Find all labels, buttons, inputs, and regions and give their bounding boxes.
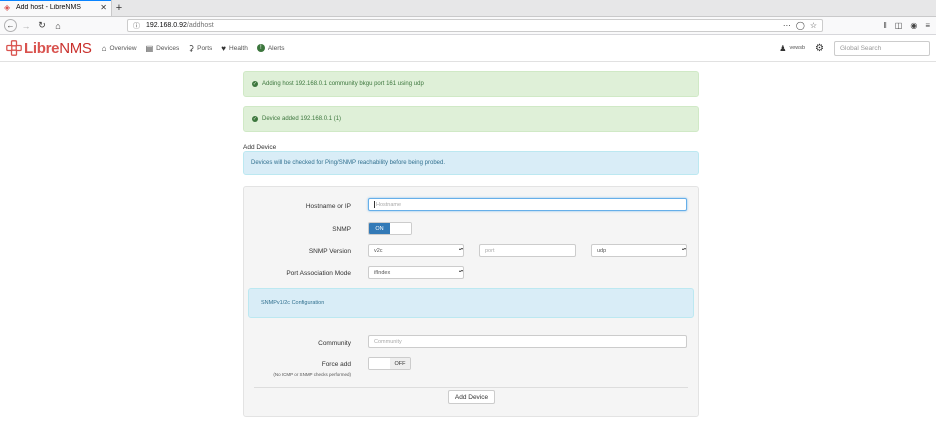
force-add-label: Force add — [321, 361, 351, 368]
bookmark-star-icon[interactable]: ☆ — [810, 21, 817, 30]
browser-toolbar: ← → ↻ ⌂ ⓘ 192.168.0.92/addhost ⋯ ◯ ☆ ‖ ◫… — [0, 17, 936, 35]
heartbeat-icon: ♥ — [221, 43, 227, 53]
port-assoc-select[interactable]: ifIndex — [368, 266, 464, 279]
site-info-icon[interactable]: ⓘ — [133, 21, 140, 31]
browser-tab-bar: ◈ Add host - LibreNMS ✕ + — [0, 0, 936, 17]
menu-devices[interactable]: ▤ Devices — [146, 44, 180, 53]
snmp-version-select[interactable]: v2c — [368, 244, 464, 257]
home-icon: ⌂ — [101, 43, 107, 53]
menu-ports[interactable]: ⚳ Ports — [188, 44, 212, 53]
hostname-placeholder: Hostname — [376, 201, 402, 208]
force-add-toggle[interactable]: OFF — [368, 357, 411, 370]
port-assoc-value: ifIndex — [374, 269, 391, 276]
page-actions-icon[interactable]: ⋯ — [783, 21, 791, 30]
force-add-hint: (No ICMP or SNMP checks performed) — [273, 372, 351, 377]
port-assoc-label: Port Association Mode — [286, 270, 351, 277]
snmp-toggle-on: ON — [369, 223, 390, 234]
page-title: Add Device — [243, 144, 277, 151]
logo-text-prefix: Libre — [24, 39, 60, 57]
forward-icon[interactable]: → — [19, 19, 33, 33]
port-placeholder: port — [485, 247, 495, 254]
reload-icon[interactable]: ↻ — [35, 19, 49, 33]
library-icon[interactable]: ‖ — [883, 21, 886, 30]
close-tab-icon[interactable]: ✕ — [100, 3, 107, 12]
reachability-info-text: Devices will be checked for Ping/SNMP re… — [251, 160, 445, 166]
user-icon: ♟ — [779, 43, 787, 53]
check-circle-icon: ✓ — [252, 81, 258, 87]
user-name: vewsb — [789, 45, 806, 51]
snmp-version-value: v2c — [374, 247, 383, 254]
alert-added-text: Device added 192.168.0.1 (1) — [262, 116, 342, 122]
check-circle-icon: ✓ — [252, 116, 258, 122]
logo-text-suffix: NMS — [59, 39, 92, 57]
gear-icon[interactable]: ⚙ — [815, 43, 824, 54]
new-tab-icon[interactable]: + — [112, 1, 126, 16]
add-device-form: Hostname or IP Hostname SNMP ON SNMP Ver… — [243, 186, 699, 417]
alert-device-added: ✓ Device added 192.168.0.1 (1) — [243, 106, 699, 132]
snmp-label: SNMP — [332, 226, 351, 233]
link-icon: ⚳ — [188, 43, 195, 53]
back-icon[interactable]: ← — [4, 19, 17, 32]
browser-tab[interactable]: ◈ Add host - LibreNMS ✕ — [0, 0, 112, 16]
port-input[interactable]: port — [479, 244, 576, 257]
add-device-button[interactable]: Add Device — [448, 390, 495, 404]
community-input[interactable]: Community — [368, 335, 687, 348]
menu-icon[interactable]: ≡ — [925, 21, 930, 30]
menu-health[interactable]: ♥ Health — [221, 44, 248, 53]
alert-adding-host: ✓ Adding host 192.168.0.1 community bkgu… — [243, 71, 699, 97]
menu-overview-label: Overview — [109, 44, 137, 52]
pocket-icon[interactable]: ◯ — [796, 21, 805, 30]
logo-grid-icon — [6, 40, 22, 56]
menu-ports-label: Ports — [197, 44, 213, 52]
tab-title: Add host - LibreNMS — [16, 4, 81, 11]
url-host: 192.168.0.92 — [146, 22, 187, 29]
app-navbar: LibreNMS ⌂ Overview ▤ Devices ⚳ Ports ♥ … — [0, 35, 936, 62]
alert-adding-text: Adding host 192.168.0.1 community bkgu p… — [262, 81, 424, 87]
url-path: /addhost — [186, 22, 214, 29]
community-label: Community — [318, 340, 351, 347]
force-add-toggle-off: OFF — [390, 358, 410, 369]
reachability-info: Devices will be checked for Ping/SNMP re… — [243, 151, 699, 175]
hostname-input[interactable]: Hostname — [368, 198, 687, 211]
hostname-label: Hostname or IP — [305, 203, 351, 210]
user-menu[interactable]: ♟ vewsb — [779, 44, 805, 53]
sidebar-icon[interactable]: ◫ — [895, 21, 903, 30]
librenms-favicon-icon: ◈ — [4, 2, 11, 12]
community-placeholder: Community — [374, 338, 402, 345]
menu-alerts[interactable]: ! Alerts — [256, 44, 285, 52]
extension-icon[interactable]: ◉ — [910, 21, 917, 30]
librenms-logo[interactable]: LibreNMS — [6, 40, 92, 57]
snmp-config-heading: SNMPv1/2c Configuration — [261, 300, 325, 306]
snmp-config-heading-box: SNMPv1/2c Configuration — [248, 288, 694, 318]
form-divider — [254, 387, 688, 388]
snmp-toggle[interactable]: ON — [368, 222, 412, 235]
transport-select[interactable]: udp — [591, 244, 687, 257]
snmp-version-label: SNMP Version — [308, 248, 351, 255]
home-page-icon[interactable]: ⌂ — [51, 19, 65, 33]
alert-icon: ! — [256, 44, 265, 52]
transport-value: udp — [597, 247, 607, 254]
server-icon: ▤ — [145, 43, 154, 53]
global-search-input[interactable]: Global Search — [834, 40, 930, 56]
main-content: ✓ Adding host 192.168.0.1 community bkgu… — [0, 62, 936, 429]
url-bar[interactable]: ⓘ 192.168.0.92/addhost ⋯ ◯ ☆ — [127, 19, 823, 32]
menu-alerts-label: Alerts — [267, 44, 285, 52]
menu-devices-label: Devices — [156, 44, 180, 52]
menu-health-label: Health — [229, 44, 248, 52]
menu-overview[interactable]: ⌂ Overview — [102, 44, 137, 53]
